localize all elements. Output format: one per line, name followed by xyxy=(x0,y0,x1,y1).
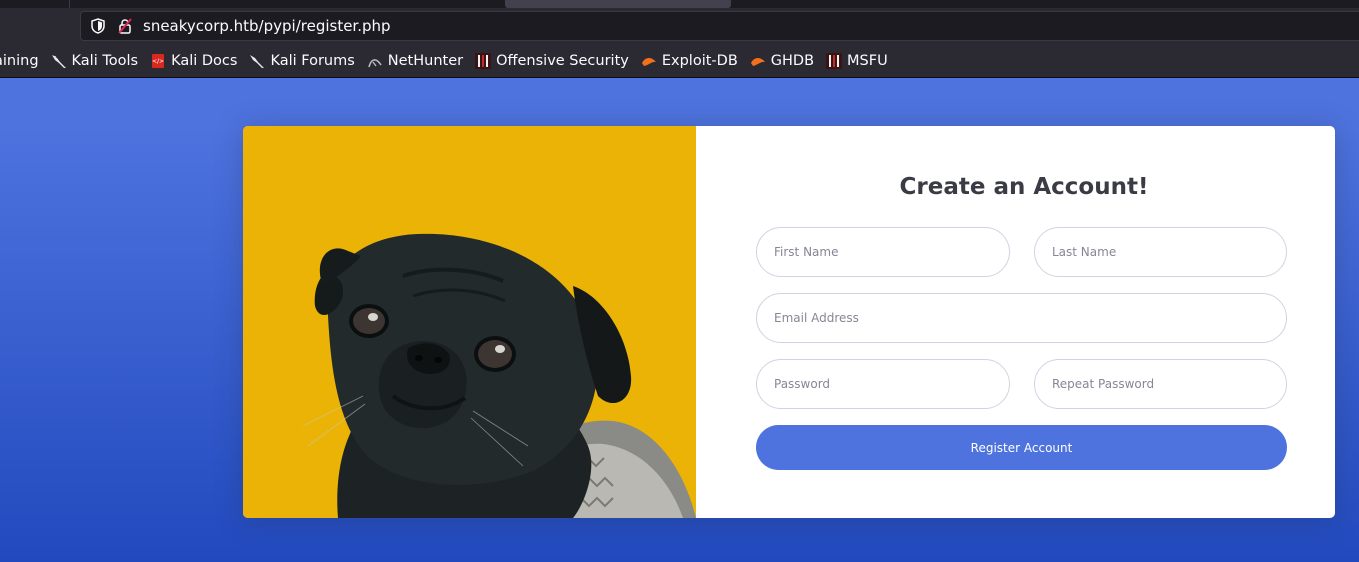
repeat-password-input[interactable] xyxy=(1034,359,1287,409)
exploitdb-icon xyxy=(641,57,656,66)
register-form-panel: Create an Account! Register Account xyxy=(696,126,1335,518)
first-name-input[interactable] xyxy=(756,227,1010,277)
register-account-button[interactable]: Register Account xyxy=(756,425,1287,470)
insecure-lock-icon[interactable] xyxy=(117,18,133,34)
bookmark-label: Exploit-DB xyxy=(661,52,738,69)
email-input[interactable] xyxy=(756,293,1287,343)
bookmark-label: Kali Docs xyxy=(171,52,238,69)
offsec-icon xyxy=(475,52,492,69)
bookmark-msfu[interactable]: MSFU xyxy=(826,52,888,69)
tab-strip xyxy=(0,0,1359,8)
bookmark-kali-forums[interactable]: Kali Forums xyxy=(249,52,355,69)
kali-docs-icon: </> xyxy=(152,53,164,68)
bookmark-label: Offensive Security xyxy=(496,52,629,69)
last-name-input[interactable] xyxy=(1034,227,1287,277)
tab-active[interactable] xyxy=(505,0,731,8)
tab-inactive[interactable] xyxy=(0,0,70,8)
address-bar[interactable]: sneakycorp.htb/pypi/register.php xyxy=(80,11,1359,41)
navigation-bar: sneakycorp.htb/pypi/register.php xyxy=(0,8,1359,44)
page-background: Create an Account! Register Account xyxy=(0,78,1359,562)
bookmark-label: MSFU xyxy=(847,52,888,69)
password-input[interactable] xyxy=(756,359,1010,409)
page-title: Create an Account! xyxy=(899,174,1149,200)
exploitdb-icon xyxy=(750,57,765,66)
url-text[interactable]: sneakycorp.htb/pypi/register.php xyxy=(143,17,391,35)
kali-dragon-icon xyxy=(51,54,66,68)
bookmarks-toolbar: aining Kali Tools </> Kali Docs Kali For… xyxy=(0,44,1359,78)
pug-image xyxy=(243,126,696,518)
bookmark-exploit-db[interactable]: Exploit-DB xyxy=(641,53,738,69)
kali-dragon-icon xyxy=(250,54,265,68)
bookmark-nethunter[interactable]: NetHunter xyxy=(367,53,463,69)
bookmark-offensive-security[interactable]: Offensive Security xyxy=(475,52,629,69)
nethunter-icon xyxy=(368,58,382,67)
svg-text:</>: </> xyxy=(152,58,164,65)
pug-illustration xyxy=(243,126,696,518)
register-card: Create an Account! Register Account xyxy=(243,126,1335,518)
bookmark-label: Kali Forums xyxy=(270,52,355,69)
tracking-shield-icon[interactable] xyxy=(91,18,105,34)
bookmark-kali-docs[interactable]: </> Kali Docs xyxy=(150,53,237,69)
bookmark-label: aining xyxy=(0,52,39,69)
bookmark-label: Kali Tools xyxy=(71,52,139,69)
bookmark-ghdb[interactable]: GHDB xyxy=(750,53,814,69)
bookmark-kali-tools[interactable]: Kali Tools xyxy=(51,52,139,69)
bookmark-label: GHDB xyxy=(770,52,815,69)
bookmark-training[interactable]: aining xyxy=(0,53,39,69)
offsec-icon xyxy=(826,52,843,69)
bookmark-label: NetHunter xyxy=(387,52,464,69)
